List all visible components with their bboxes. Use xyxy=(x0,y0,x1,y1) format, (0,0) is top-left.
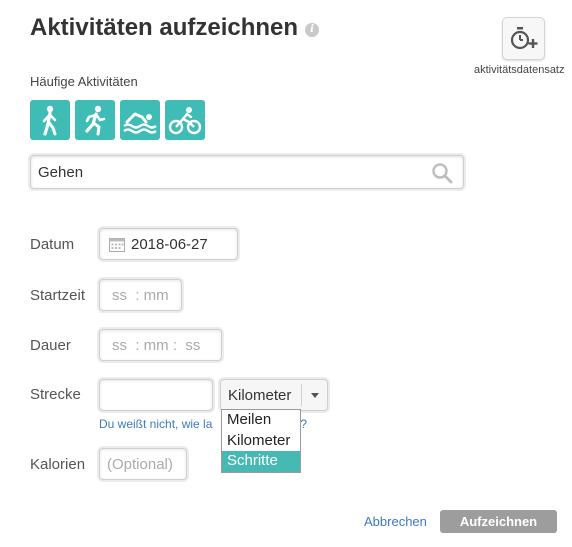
distance-unit-dropdown[interactable]: Meilen Kilometer Schritte xyxy=(221,409,301,473)
start-time-field[interactable]: ss : mm xyxy=(99,279,182,311)
calories-label: Kalorien xyxy=(30,456,86,473)
distance-unit-value: Kilometer xyxy=(228,387,292,404)
stopwatch-plus-icon xyxy=(510,27,538,50)
walking-icon xyxy=(42,105,57,136)
calendar-icon xyxy=(109,238,125,252)
search-input-value[interactable]: Gehen xyxy=(38,164,83,181)
distance-unit-select[interactable]: Kilometer xyxy=(220,379,328,411)
activity-search-field[interactable]: Gehen xyxy=(30,155,464,189)
search-icon[interactable] xyxy=(431,162,453,184)
running-icon xyxy=(85,105,106,136)
distance-label: Strecke xyxy=(30,386,81,403)
frequent-activities-label: Häufige Aktivitäten xyxy=(30,74,138,89)
duration-label: Dauer xyxy=(30,337,71,354)
activity-dataset-button[interactable] xyxy=(502,17,545,60)
cycling-icon xyxy=(168,107,202,135)
date-value[interactable]: 2018-06-27 xyxy=(131,236,208,253)
date-field[interactable]: 2018-06-27 xyxy=(99,228,238,260)
calories-placeholder[interactable]: (Optional) xyxy=(107,456,173,473)
select-separator xyxy=(301,384,302,406)
chevron-down-icon[interactable] xyxy=(311,393,319,398)
calories-field[interactable]: (Optional) xyxy=(99,448,187,480)
swimming-icon xyxy=(123,112,157,134)
activity-cycling-button[interactable] xyxy=(165,100,205,140)
info-icon[interactable]: i xyxy=(305,23,319,37)
cancel-link[interactable]: Abbrechen xyxy=(364,514,427,529)
start-time-label: Startzeit xyxy=(30,287,86,304)
duration-placeholder[interactable]: ss : mm : ss xyxy=(112,337,200,354)
start-time-placeholder[interactable]: ss : mm xyxy=(112,287,169,304)
activity-walking-button[interactable] xyxy=(30,100,70,140)
activity-swimming-button[interactable] xyxy=(120,100,160,140)
unit-option-miles[interactable]: Meilen xyxy=(222,410,300,431)
date-label: Datum xyxy=(30,236,75,253)
duration-field[interactable]: ss : mm : ss xyxy=(99,329,222,361)
unit-option-kilometers[interactable]: Kilometer xyxy=(222,431,300,452)
activity-running-button[interactable] xyxy=(75,100,115,140)
distance-input[interactable] xyxy=(99,379,213,411)
submit-button[interactable]: Aufzeichnen xyxy=(440,510,557,533)
activity-dataset-label[interactable]: aktivitätsdatensatz xyxy=(474,64,565,76)
page-title: Aktivitäten aufzeichnen xyxy=(30,14,299,41)
unit-option-steps[interactable]: Schritte xyxy=(222,451,300,472)
